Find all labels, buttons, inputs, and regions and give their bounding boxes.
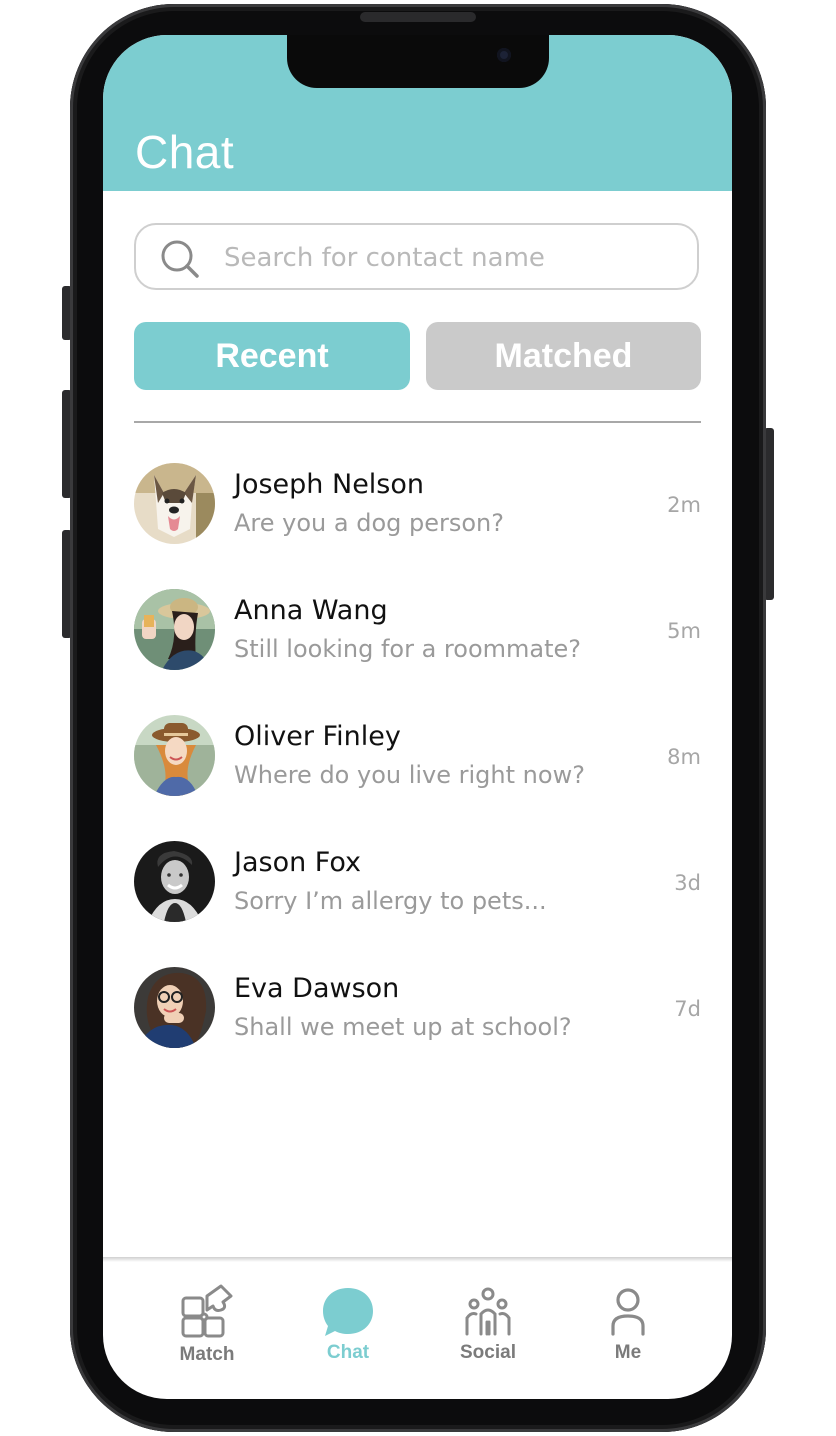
nav-me-label: Me	[614, 1342, 642, 1363]
notch	[287, 35, 549, 88]
message-preview: Are you a dog person?	[234, 509, 504, 537]
bottom-nav: Match Chat Social Me	[103, 1262, 732, 1399]
chat-row[interactable]: Oliver Finley Where do you live right no…	[134, 715, 701, 805]
divider	[134, 421, 701, 423]
nav-social-label: Social	[460, 1342, 516, 1363]
nav-chat[interactable]: Chat	[298, 1284, 398, 1364]
message-preview: Sorry I’m allergy to pets...	[234, 887, 547, 915]
message-preview: Shall we meet up at school?	[234, 1013, 572, 1041]
nav-match-label: Match	[179, 1344, 235, 1365]
message-time: 2m	[667, 493, 701, 517]
dog-photo	[134, 463, 215, 544]
people-icon	[465, 1287, 511, 1336]
tab-matched[interactable]: Matched	[426, 322, 701, 390]
woman-hat-photo	[134, 589, 215, 670]
app-screen: Chat Recent Matched	[103, 35, 732, 1399]
chat-row[interactable]: Eva Dawson Shall we meet up at school? 7…	[134, 967, 701, 1057]
message-time: 7d	[674, 997, 701, 1021]
chat-bubble-icon	[323, 1288, 373, 1336]
puzzle-icon	[181, 1284, 233, 1338]
chat-row[interactable]: Jason Fox Sorry I’m allergy to pets... 3…	[134, 841, 701, 931]
message-time: 5m	[667, 619, 701, 643]
person-icon	[611, 1288, 645, 1336]
nav-chat-label: Chat	[326, 1342, 370, 1363]
contact-name: Jason Fox	[234, 847, 362, 878]
chat-row[interactable]: Anna Wang Still looking for a roommate? …	[134, 589, 701, 679]
nav-match[interactable]: Match	[157, 1284, 257, 1366]
search-box[interactable]	[134, 223, 699, 290]
speaker-grille	[360, 12, 476, 22]
page-title: Chat	[135, 126, 235, 178]
contact-name: Anna Wang	[234, 595, 388, 626]
contact-name: Oliver Finley	[234, 721, 401, 752]
message-preview: Still looking for a roommate?	[234, 635, 582, 663]
tab-recent[interactable]: Recent	[134, 322, 410, 390]
woman-glasses-photo	[134, 967, 215, 1048]
woman-hat-smiling-photo	[134, 715, 215, 796]
avatar	[134, 967, 215, 1048]
camera-icon	[497, 48, 511, 62]
contact-name: Eva Dawson	[234, 973, 400, 1004]
avatar	[134, 463, 215, 544]
avatar	[134, 841, 215, 922]
man-bw-photo	[134, 841, 215, 922]
message-time: 3d	[674, 871, 701, 895]
search-input[interactable]	[222, 235, 676, 281]
avatar	[134, 715, 215, 796]
avatar	[134, 589, 215, 670]
search-icon	[161, 240, 199, 278]
nav-me[interactable]: Me	[578, 1284, 678, 1364]
header-bar: Chat	[103, 35, 732, 191]
message-preview: Where do you live right now?	[234, 761, 585, 789]
contact-name: Joseph Nelson	[234, 469, 425, 500]
message-time: 8m	[667, 745, 701, 769]
nav-social[interactable]: Social	[438, 1284, 538, 1364]
chat-row[interactable]: Joseph Nelson Are you a dog person? 2m	[134, 463, 701, 553]
